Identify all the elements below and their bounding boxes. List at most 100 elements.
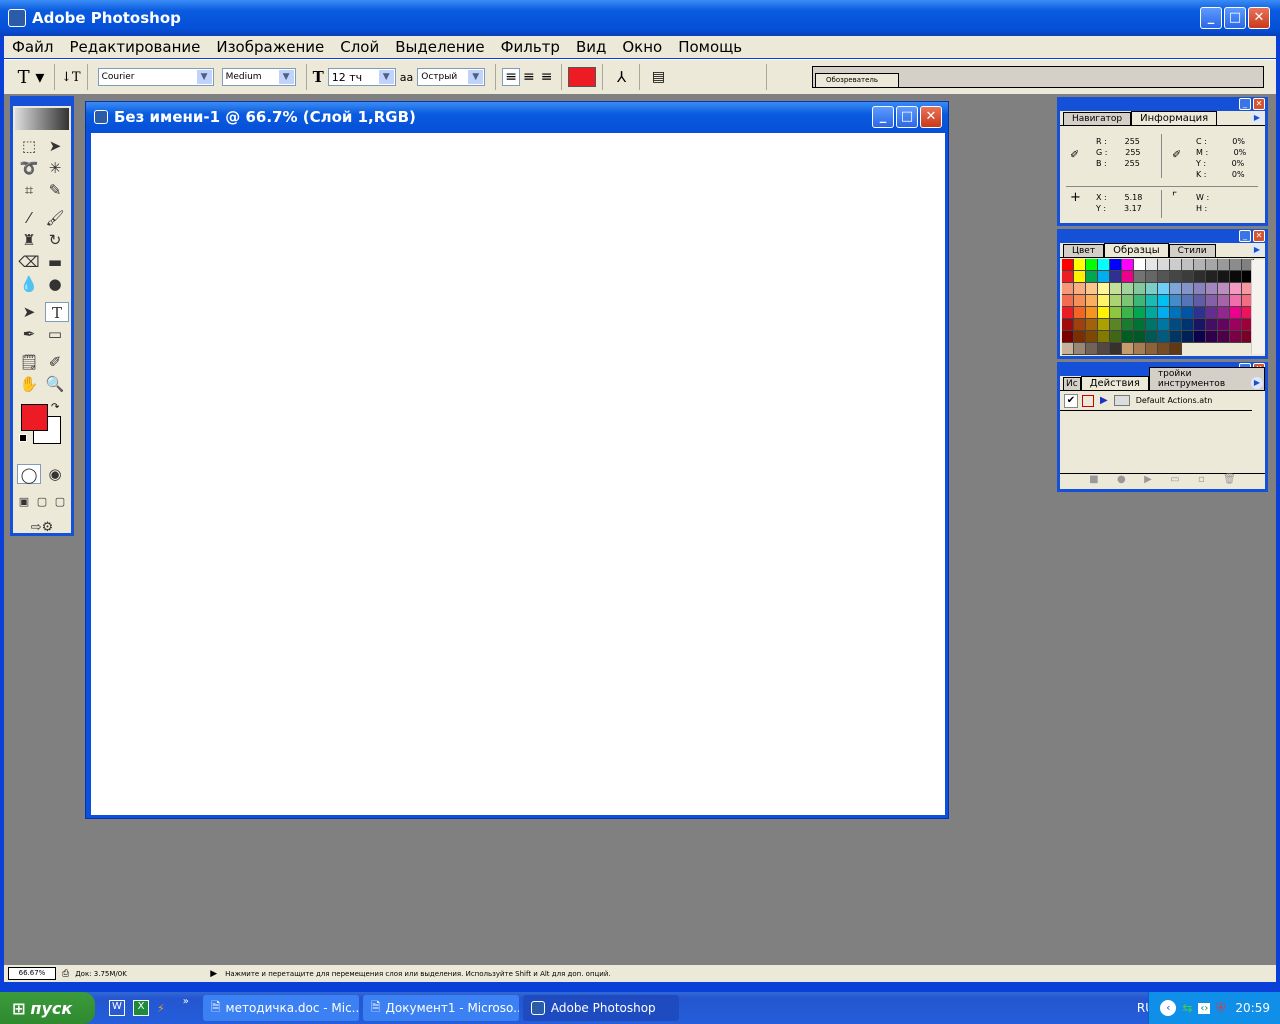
color-swatch[interactable] <box>1194 331 1206 343</box>
color-swatch[interactable] <box>1170 307 1182 319</box>
color-swatch[interactable] <box>1206 331 1218 343</box>
menu-layer[interactable]: Слой <box>332 38 387 56</box>
color-swatch[interactable] <box>1134 295 1146 307</box>
color-swatch[interactable] <box>1134 319 1146 331</box>
color-swatch[interactable] <box>1230 331 1242 343</box>
color-swatch[interactable] <box>1110 343 1122 355</box>
align-right-button[interactable]: ≡ <box>538 69 556 85</box>
brush-tool-icon[interactable]: 🖌 <box>43 208 67 228</box>
color-swatch[interactable] <box>1206 283 1218 295</box>
color-swatch[interactable] <box>1134 271 1146 283</box>
color-swatch[interactable] <box>1182 295 1194 307</box>
color-swatch[interactable] <box>1074 271 1086 283</box>
color-swatch[interactable] <box>1182 283 1194 295</box>
color-swatch[interactable] <box>1170 283 1182 295</box>
type-tool-preset-icon[interactable]: T ▾ <box>14 67 48 88</box>
color-swatch[interactable] <box>1182 319 1194 331</box>
color-swatch[interactable] <box>1182 271 1194 283</box>
tray-collapse-icon[interactable]: ‹ <box>1160 1000 1177 1016</box>
color-swatch[interactable] <box>1146 271 1158 283</box>
start-button[interactable]: ⊞ пуск <box>0 992 95 1024</box>
tab-styles[interactable]: Стили <box>1168 244 1216 257</box>
color-swatch[interactable] <box>1134 343 1146 355</box>
tab-color[interactable]: Цвет <box>1063 244 1105 257</box>
color-swatch[interactable] <box>1158 319 1170 331</box>
play-icon[interactable]: ▶ <box>1144 474 1152 489</box>
color-swatch[interactable] <box>1110 319 1122 331</box>
color-swatch[interactable] <box>1146 331 1158 343</box>
color-swatch[interactable] <box>1158 295 1170 307</box>
color-swatch[interactable] <box>1062 259 1074 271</box>
panel-menu-button[interactable]: ▶ <box>1251 377 1263 389</box>
doc-info-icon[interactable]: ⎙ <box>62 969 69 979</box>
color-swatch[interactable] <box>1086 271 1098 283</box>
color-swatch[interactable] <box>1146 295 1158 307</box>
color-swatch[interactable] <box>1074 283 1086 295</box>
tab-info[interactable]: Информация <box>1131 111 1218 125</box>
magic-wand-icon[interactable]: ✳ <box>43 158 67 178</box>
zoom-field[interactable]: 66.67% <box>8 967 56 980</box>
color-swatch[interactable] <box>1110 331 1122 343</box>
color-swatch[interactable] <box>1146 283 1158 295</box>
task-metodichka[interactable]: 🗎 методичка.doc - Mic... <box>202 995 359 1021</box>
trash-icon[interactable]: 🗑 <box>1223 474 1236 489</box>
history-brush-icon[interactable]: ↻ <box>43 230 67 250</box>
slice-tool-icon[interactable]: ✎ <box>43 180 67 200</box>
menu-image[interactable]: Изображение <box>208 38 332 56</box>
color-swatch[interactable] <box>1134 307 1146 319</box>
new-action-icon[interactable]: ▫ <box>1198 474 1205 489</box>
color-swatch[interactable] <box>1194 259 1206 271</box>
color-swatch[interactable] <box>1182 331 1194 343</box>
color-swatch[interactable] <box>1110 307 1122 319</box>
color-swatch[interactable] <box>1218 295 1230 307</box>
dialog-toggle-icon[interactable] <box>1082 394 1094 407</box>
path-selection-icon[interactable]: ➤ <box>17 302 41 322</box>
foreground-color-swatch[interactable] <box>21 404 48 431</box>
color-swatch[interactable] <box>1098 319 1110 331</box>
screen-mode-menu-button[interactable]: ▢ <box>33 492 51 512</box>
move-tool-icon[interactable]: ➤ <box>43 136 67 156</box>
antialias-select[interactable]: Острый ▼ <box>417 68 486 86</box>
color-swatch[interactable] <box>1146 259 1158 271</box>
color-swatch[interactable] <box>1230 271 1242 283</box>
color-swatch[interactable] <box>1194 307 1206 319</box>
color-swatch[interactable] <box>1098 307 1110 319</box>
notes-tool-icon[interactable]: 🗒 <box>17 352 41 372</box>
color-swatch[interactable] <box>1218 307 1230 319</box>
color-swatch[interactable] <box>1122 283 1134 295</box>
color-swatch[interactable] <box>1062 343 1074 355</box>
maximize-button[interactable]: □ <box>1224 7 1246 29</box>
menu-help[interactable]: Помощь <box>670 38 750 56</box>
color-swatch[interactable] <box>1158 331 1170 343</box>
color-swatch[interactable] <box>1206 259 1218 271</box>
marquee-tool-icon[interactable]: ⬚ <box>17 136 41 156</box>
color-swatch[interactable] <box>1170 295 1182 307</box>
healing-brush-icon[interactable]: ⁄ <box>17 208 41 228</box>
color-swatch[interactable] <box>1218 271 1230 283</box>
jump-to-imageready-icon[interactable]: ⇨⚙ <box>19 518 65 538</box>
color-swatch[interactable] <box>1110 283 1122 295</box>
color-swatch[interactable] <box>1086 343 1098 355</box>
color-swatch[interactable] <box>1098 343 1110 355</box>
minimize-button[interactable]: _ <box>1200 7 1222 29</box>
font-style-select[interactable]: Medium ▼ <box>221 68 296 86</box>
color-swatch[interactable] <box>1062 295 1074 307</box>
doc-minimize-button[interactable]: _ <box>872 106 894 128</box>
zoom-tool-icon[interactable]: 🔍 <box>43 374 67 394</box>
color-swatch[interactable] <box>1170 331 1182 343</box>
canvas[interactable] <box>91 133 945 815</box>
menu-file[interactable]: Файл <box>4 38 61 56</box>
color-swatch[interactable] <box>1062 331 1074 343</box>
tray-app-icon[interactable]: ‹› <box>1198 1002 1211 1014</box>
quicklaunch-overflow-icon[interactable]: » <box>183 996 189 1007</box>
security-alert-icon[interactable]: ⛨ <box>1216 1001 1225 1016</box>
standard-mode-button[interactable]: ◯ <box>17 464 41 484</box>
color-swatch[interactable] <box>1062 319 1074 331</box>
color-swatch[interactable] <box>1194 271 1206 283</box>
color-swatch[interactable] <box>1134 259 1146 271</box>
color-swatch[interactable] <box>1086 283 1098 295</box>
font-size-select[interactable]: 12 тч ▼ <box>327 68 396 86</box>
dodge-tool-icon[interactable]: ● <box>43 274 67 294</box>
color-swatch[interactable] <box>1122 331 1134 343</box>
color-swatch[interactable] <box>1086 295 1098 307</box>
